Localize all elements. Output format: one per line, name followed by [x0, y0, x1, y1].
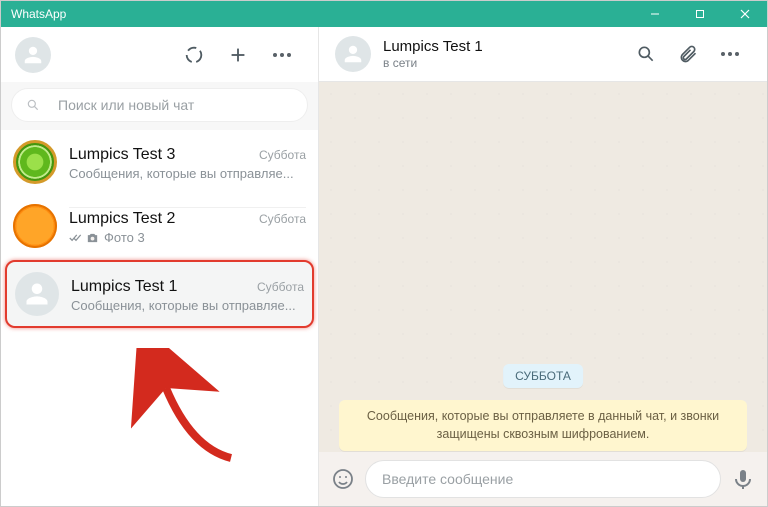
close-button[interactable] [722, 1, 767, 27]
message-input[interactable]: Введите сообщение [365, 460, 721, 498]
chat-time: Суббота [259, 148, 306, 162]
chat-time: Суббота [259, 212, 306, 226]
chat-time: Суббота [257, 280, 304, 294]
chat-name: Lumpics Test 3 [69, 146, 175, 164]
chat-avatar [15, 272, 59, 316]
minimize-button[interactable] [632, 1, 677, 27]
day-separator: СУББОТА [503, 364, 583, 388]
chat-avatar [13, 140, 57, 184]
camera-icon [85, 231, 100, 245]
contact-name: Lumpics Test 1 [383, 38, 625, 55]
sidebar: Поиск или новый чат Lumpics Test 3 Суббо… [1, 27, 319, 506]
app-window: WhatsApp [0, 0, 768, 507]
chat-preview: Сообщения, которые вы отправляе... [71, 298, 304, 313]
chat-name: Lumpics Test 2 [69, 210, 175, 228]
chat-list: Lumpics Test 3 Суббота Сообщения, которы… [1, 130, 318, 506]
contact-avatar[interactable] [335, 36, 371, 72]
new-chat-icon[interactable] [227, 44, 249, 66]
chat-menu-icon[interactable] [719, 43, 741, 65]
chat-avatar [13, 204, 57, 248]
search-placeholder: Поиск или новый чат [58, 97, 194, 113]
self-avatar[interactable] [15, 37, 51, 73]
voice-record-icon[interactable] [729, 465, 757, 493]
search-wrap: Поиск или новый чат [1, 82, 318, 130]
more-menu-icon[interactable] [271, 44, 293, 66]
chat-header: Lumpics Test 1 в сети [319, 27, 767, 82]
chat-name: Lumpics Test 1 [71, 278, 177, 296]
search-input[interactable]: Поиск или новый чат [11, 88, 308, 122]
window-title: WhatsApp [11, 7, 66, 21]
chat-preview: Фото 3 [69, 230, 306, 245]
chat-messages-area: СУББОТА Сообщения, которые вы отправляет… [319, 82, 767, 452]
chat-item-selected[interactable]: Lumpics Test 1 Суббота Сообщения, которы… [5, 260, 314, 328]
app-body: Поиск или новый чат Lumpics Test 3 Суббо… [1, 27, 767, 506]
window-controls [632, 1, 767, 27]
chat-preview: Сообщения, которые вы отправляе... [69, 166, 306, 181]
search-in-chat-icon[interactable] [635, 43, 657, 65]
annotation-arrow [121, 348, 241, 468]
titlebar: WhatsApp [1, 1, 767, 27]
contact-info[interactable]: Lumpics Test 1 в сети [383, 38, 625, 70]
attach-icon[interactable] [677, 43, 699, 65]
sidebar-header [1, 27, 318, 82]
maximize-button[interactable] [677, 1, 722, 27]
chat-item[interactable]: Lumpics Test 3 Суббота Сообщения, которы… [1, 130, 318, 194]
contact-status: в сети [383, 56, 625, 70]
encryption-notice: Сообщения, которые вы отправляете в данн… [339, 400, 747, 451]
message-composer: Введите сообщение [319, 452, 767, 506]
message-placeholder: Введите сообщение [382, 471, 513, 487]
main-pane: Lumpics Test 1 в сети СУББОТА Сообщения,… [319, 27, 767, 506]
status-icon[interactable] [183, 44, 205, 66]
search-icon [26, 98, 40, 112]
read-check-icon [69, 232, 83, 244]
chat-item[interactable]: Lumpics Test 2 Суббота Фото 3 [1, 194, 318, 258]
emoji-icon[interactable] [329, 465, 357, 493]
